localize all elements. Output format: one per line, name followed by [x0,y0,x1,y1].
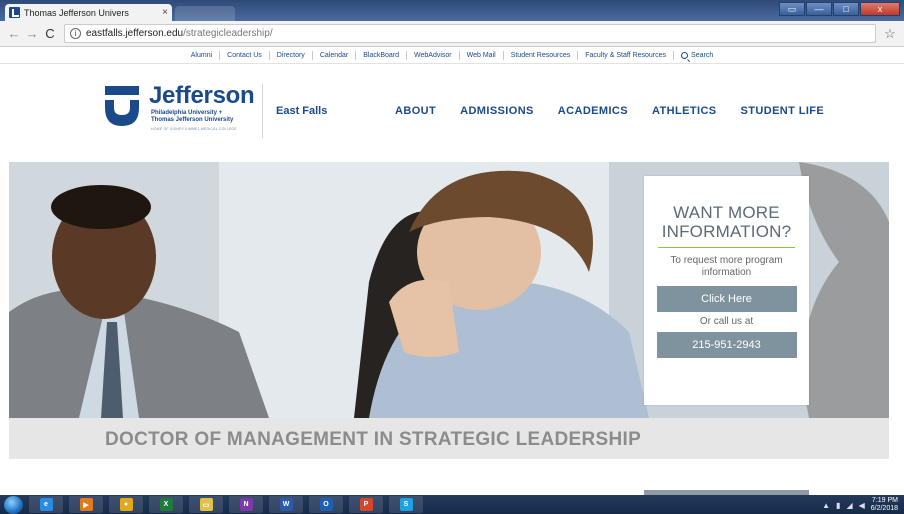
utility-link-alumni[interactable]: Alumni [184,51,221,60]
card-heading-line-2: INFORMATION? [661,222,792,241]
utility-link-faculty-staff-resources[interactable]: Faculty & Staff Resources [578,51,675,60]
utility-nav: Alumni Contact Us Directory Calendar Bla… [0,48,904,64]
url-host: eastfalls.jefferson.edu [86,28,184,39]
site-header: Jefferson Philadelphia University + Thom… [0,64,904,160]
excel-icon: X [159,498,173,511]
signal-icon[interactable]: ◢ [846,501,852,510]
browser-titlebar: Thomas Jefferson Univers × ▭ — □ x [0,0,904,21]
system-tray: ▲ ▮ ◢ ◀ 7:19 PM 6/2/2018 [822,496,898,514]
jefferson-logo-mark-icon [105,86,139,126]
utility-link-blackboard[interactable]: BlackBoard [356,51,408,60]
clock-time: 7:19 PM [871,497,898,504]
close-window-button[interactable]: x [860,2,900,16]
logo-wordmark: Jefferson [149,82,255,109]
taskbar-app-ie[interactable]: e [29,496,63,513]
browser-tab[interactable]: Thomas Jefferson Univers × [5,4,172,21]
address-toolbar: ← → C i eastfalls.jefferson.edu/strategi… [0,21,904,47]
word-icon: W [279,498,293,511]
show-hidden-icons-icon[interactable]: ▲ [822,501,830,510]
url-input[interactable]: i eastfalls.jefferson.edu/strategicleade… [64,24,876,43]
taskbar-app-word[interactable]: W [269,496,303,513]
tab-close-icon[interactable]: × [158,7,172,18]
network-icon[interactable]: ▮ [836,501,840,510]
utility-link-contact-us[interactable]: Contact Us [220,51,270,60]
minimize-window-button[interactable]: — [806,2,832,16]
windows-taskbar: e ▶ ● X ▭ N W O P S [0,495,904,514]
header-divider [262,84,263,138]
url-path: /strategicleadership/ [183,28,273,39]
card-or-text: Or call us at [699,316,754,327]
nav-athletics[interactable]: ATHLETICS [652,105,717,117]
main-nav: ABOUT ADMISSIONS ACADEMICS ATHLETICS STU… [395,105,824,117]
utility-link-web-mail[interactable]: Web Mail [460,51,504,60]
site-info-icon[interactable]: i [70,28,81,39]
start-button[interactable] [4,495,23,514]
new-tab-button[interactable] [175,6,235,21]
clock-date: 6/2/2018 [870,505,898,512]
taskbar-app-outlook[interactable]: O [309,496,343,513]
onenote-icon: N [239,498,253,511]
page-title: DOCTOR OF MANAGEMENT IN STRATEGIC LEADER… [105,429,642,450]
media-player-icon: ▶ [79,498,93,511]
restore-window-button[interactable]: ▭ [779,2,805,16]
powerpoint-icon: P [359,498,373,511]
nav-student-life[interactable]: STUDENT LIFE [741,105,825,117]
jefferson-favicon-icon [9,7,20,18]
taskbar-app-excel[interactable]: X [149,496,183,513]
logo-subtitle-2: Thomas Jefferson University [151,117,234,123]
utility-link-student-resources[interactable]: Student Resources [504,51,579,60]
click-here-button[interactable]: Click Here [656,286,797,312]
window-controls: ▭ — □ x [779,2,900,16]
info-request-card: WANT MORE INFORMATION? To request more p… [644,176,809,405]
phone-button[interactable]: 215-951-2943 [656,332,797,358]
taskbar-app-explorer[interactable]: ▭ [189,496,223,513]
ie-icon: e [39,498,53,511]
taskbar-app-media[interactable]: ▶ [69,496,103,513]
card-divider [658,247,795,248]
forward-icon[interactable]: → [24,26,40,41]
campus-link[interactable]: East Falls [276,105,327,117]
taskbar-clock[interactable]: 7:19 PM 6/2/2018 [871,497,898,513]
page-title-band: DOCTOR OF MANAGEMENT IN STRATEGIC LEADER… [9,418,889,459]
back-icon[interactable]: ← [6,26,22,41]
card-description: To request more program information [670,255,783,278]
chrome-icon: ● [119,498,133,511]
search-icon [681,52,689,59]
maximize-window-button[interactable]: □ [833,2,859,16]
nav-about[interactable]: ABOUT [395,105,436,117]
nav-academics[interactable]: ACADEMICS [558,105,628,117]
reload-icon[interactable]: C [42,26,58,41]
taskbar-app-chrome[interactable]: ● [109,496,143,513]
taskbar-app-powerpoint[interactable]: P [349,496,383,513]
utility-link-webadvisor[interactable]: WebAdvisor [407,51,460,60]
logo-subtitle-1: Philadelphia University + [151,110,223,116]
search-label: Search [691,52,714,59]
jefferson-logo[interactable]: Jefferson Philadelphia University + Thom… [103,82,263,154]
volume-icon[interactable]: ◀ [859,501,865,510]
folder-icon: ▭ [199,498,213,511]
utility-search-link[interactable]: Search [674,51,720,60]
taskbar-app-onenote[interactable]: N [229,496,263,513]
card-heading: WANT MORE INFORMATION? [644,203,809,241]
nav-admissions[interactable]: ADMISSIONS [460,105,534,117]
skype-icon: S [399,498,413,511]
logo-tagline: HOME OF SIDNEY KIMMEL MEDICAL COLLEGE [151,127,237,131]
tab-title: Thomas Jefferson Univers [24,7,129,18]
card-heading-line-1: WANT MORE [673,203,780,222]
utility-link-directory[interactable]: Directory [270,51,313,60]
utility-link-calendar[interactable]: Calendar [313,51,357,60]
bookmark-star-icon[interactable]: ☆ [882,26,898,42]
taskbar-app-skype[interactable]: S [389,496,423,513]
outlook-icon: O [319,498,333,511]
